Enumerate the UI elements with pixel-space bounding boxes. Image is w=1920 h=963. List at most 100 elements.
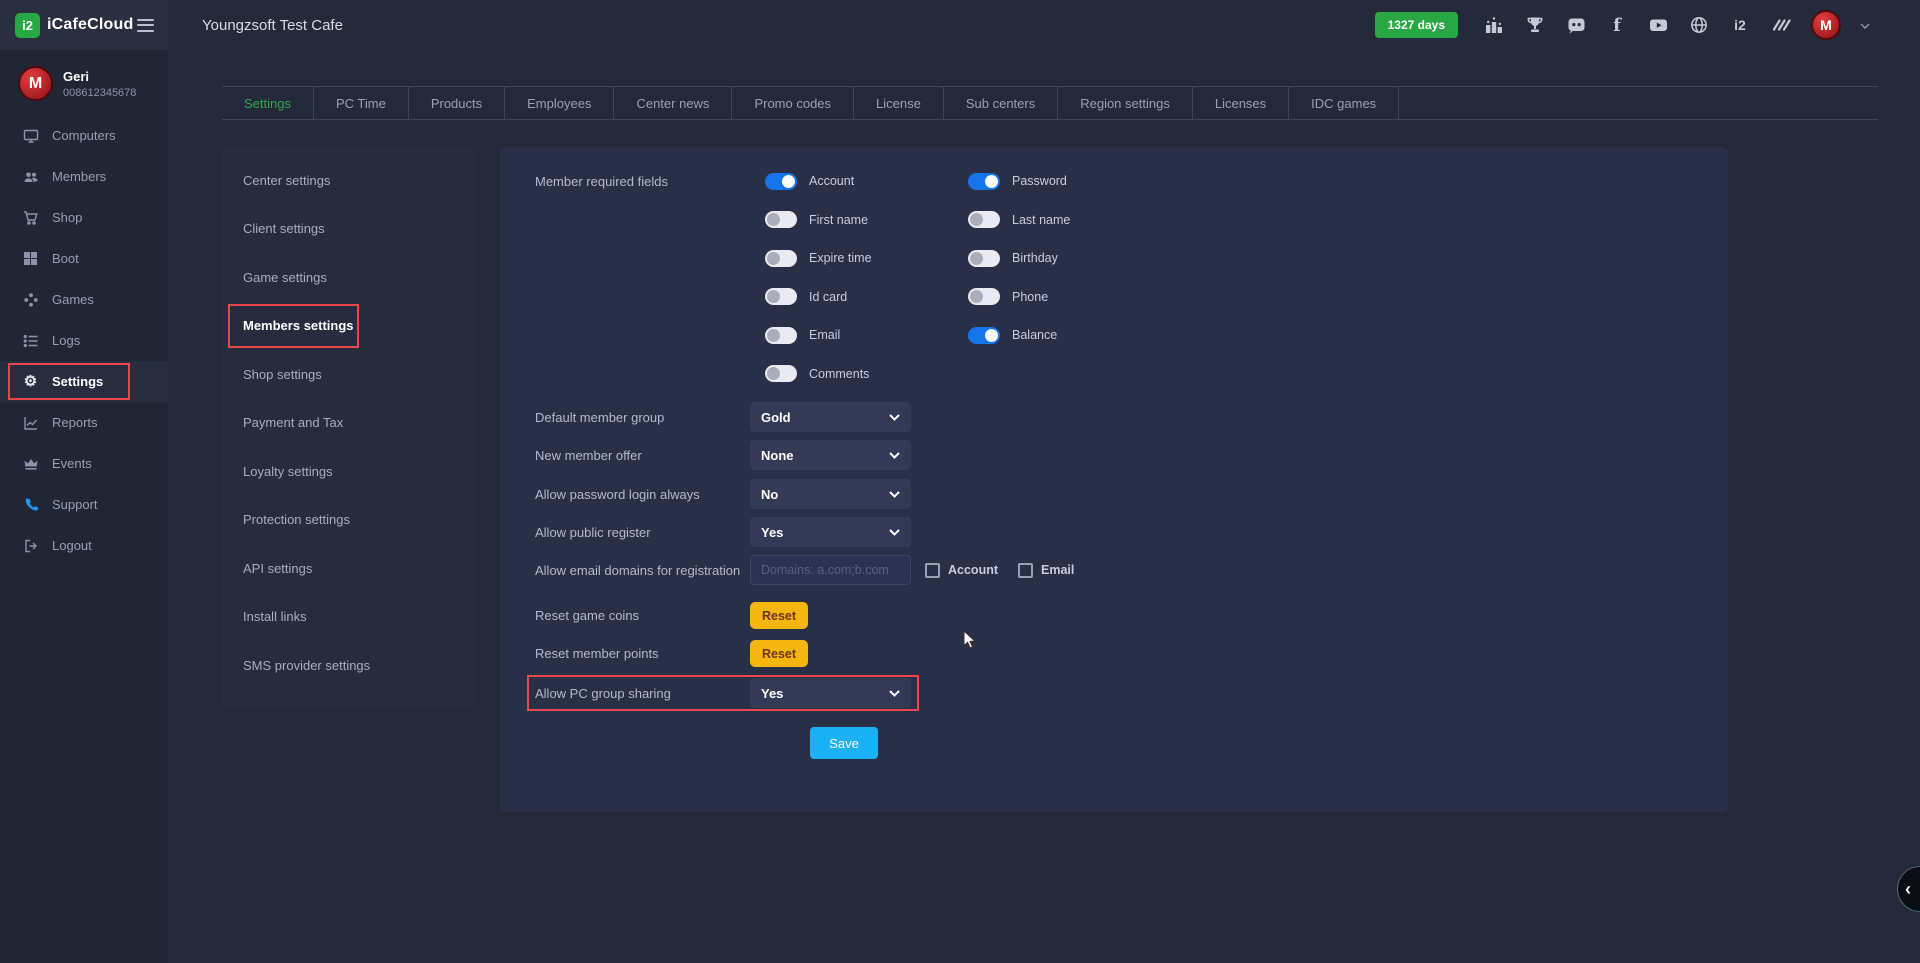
password-toggle[interactable] [968, 173, 1000, 190]
settings-nav-shop-settings[interactable]: Shop settings [222, 350, 475, 399]
tab-center-news[interactable]: Center news [614, 87, 732, 119]
settings-nav-loyalty-settings[interactable]: Loyalty settings [222, 447, 475, 496]
topbar-right: 1327 days f [1375, 10, 1920, 40]
tab-licenses[interactable]: Licenses [1193, 87, 1289, 119]
sidebar-item-games[interactable]: Games [0, 279, 168, 320]
sidebar-item-reports[interactable]: Reports [0, 402, 168, 443]
tab-settings[interactable]: Settings [222, 87, 314, 119]
sidebar-item-settings[interactable]: ⚙ Settings [0, 361, 168, 402]
monitor-icon [22, 127, 39, 144]
trophy-icon[interactable] [1524, 14, 1546, 36]
select-value: None [761, 448, 794, 463]
sidebar-item-computers[interactable]: Computers [0, 115, 168, 156]
user-phone: 008612345678 [63, 87, 136, 99]
select-value: Yes [761, 686, 783, 701]
layers-icon[interactable] [1770, 14, 1792, 36]
email-checkbox[interactable] [1018, 563, 1033, 578]
tab-sub-centers[interactable]: Sub centers [944, 87, 1058, 119]
toggle-label: Balance [1012, 328, 1057, 342]
facebook-icon[interactable]: f [1606, 14, 1628, 36]
sidebar-item-boot[interactable]: Boot [0, 238, 168, 279]
gamepad-icon [22, 291, 39, 308]
ranking-icon[interactable] [1483, 14, 1505, 36]
tab-pc-time[interactable]: PC Time [314, 87, 409, 119]
sidebar-item-logs[interactable]: Logs [0, 320, 168, 361]
save-button[interactable]: Save [810, 727, 878, 759]
default-member-group-select[interactable]: Gold [750, 402, 911, 432]
user-avatar[interactable]: M [18, 66, 53, 101]
comments-toggle[interactable] [765, 365, 797, 382]
phone-toggle[interactable] [968, 288, 1000, 305]
pc-group-sharing-select[interactable]: Yes [750, 678, 911, 708]
settings-nav-payment-and-tax[interactable]: Payment and Tax [222, 399, 475, 448]
sidebar-item-events[interactable]: Events [0, 443, 168, 484]
tab-employees[interactable]: Employees [505, 87, 614, 119]
reset-member-points-button[interactable]: Reset [750, 640, 808, 667]
settings-nav-protection-settings[interactable]: Protection settings [222, 496, 475, 545]
field-label: New member offer [535, 448, 750, 463]
settings-nav-api-settings[interactable]: API settings [222, 544, 475, 593]
toggle-row-account: Account [765, 162, 872, 201]
settings-nav-install-links[interactable]: Install links [222, 593, 475, 642]
settings-nav-center-settings[interactable]: Center settings [222, 156, 475, 205]
email-domains-input[interactable] [750, 555, 911, 585]
avatar[interactable]: M [1811, 10, 1841, 40]
globe-icon[interactable] [1688, 14, 1710, 36]
allow-public-register-select[interactable]: Yes [750, 517, 911, 547]
sidebar-item-shop[interactable]: Shop [0, 197, 168, 238]
tab-idc-games[interactable]: IDC games [1289, 87, 1399, 119]
toggle-row-email: Email [765, 316, 872, 355]
topbar: i2 iCafeCloud Youngzsoft Test Cafe 1327 … [0, 0, 1920, 50]
license-days-badge[interactable]: 1327 days [1375, 12, 1458, 38]
email-toggle[interactable] [765, 327, 797, 344]
sidebar-item-label: Games [52, 292, 94, 307]
discord-icon[interactable] [1565, 14, 1587, 36]
sidebar-item-logout[interactable]: Logout [0, 525, 168, 566]
toggle-label: Email [809, 328, 840, 342]
row-allow-public-register: Allow public register Yes [535, 517, 911, 547]
page-title: Youngzsoft Test Cafe [202, 17, 343, 34]
row-pc-group-sharing: Allow PC group sharing Yes [535, 678, 911, 708]
toggle-label: Password [1012, 174, 1067, 188]
settings-nav-panel: Center settings Client settings Game set… [222, 147, 475, 707]
row-reset-game-coins: Reset game coins Reset [535, 602, 808, 629]
field-label: Allow email domains for registration [535, 563, 750, 578]
tab-products[interactable]: Products [409, 87, 505, 119]
expire-time-toggle[interactable] [765, 250, 797, 267]
tab-promo-codes[interactable]: Promo codes [732, 87, 854, 119]
first-name-toggle[interactable] [765, 211, 797, 228]
icafecloud-logo-icon: i2 [15, 13, 40, 38]
tab-region-settings[interactable]: Region settings [1058, 87, 1193, 119]
field-label: Allow password login always [535, 487, 750, 502]
account-toggle[interactable] [765, 173, 797, 190]
hamburger-menu-icon[interactable] [137, 19, 154, 32]
balance-toggle[interactable] [968, 327, 1000, 344]
icafecloud-badge-icon[interactable]: i2 [1729, 14, 1751, 36]
id-card-toggle[interactable] [765, 288, 797, 305]
settings-nav-game-settings[interactable]: Game settings [222, 253, 475, 302]
reset-game-coins-button[interactable]: Reset [750, 602, 808, 629]
toggle-row-expire-time: Expire time [765, 239, 872, 278]
crown-icon [22, 455, 39, 472]
tab-bar: Settings PC Time Products Employees Cent… [222, 86, 1878, 120]
logo-zone: i2 iCafeCloud [0, 0, 168, 50]
toggle-label: Expire time [809, 251, 872, 265]
logo-text: iCafeCloud [47, 16, 133, 34]
chevron-down-icon[interactable] [1860, 16, 1870, 34]
toggle-column-1: Account First name Expire time Id card E… [765, 162, 872, 393]
settings-nav-members-settings[interactable]: Members settings [222, 302, 475, 351]
allow-password-login-select[interactable]: No [750, 479, 911, 509]
account-checkbox[interactable] [925, 563, 940, 578]
new-member-offer-select[interactable]: None [750, 440, 911, 470]
birthday-toggle[interactable] [968, 250, 1000, 267]
settings-nav-client-settings[interactable]: Client settings [222, 205, 475, 254]
sidebar-item-label: Logs [52, 333, 80, 348]
settings-nav-sms-provider-settings[interactable]: SMS provider settings [222, 641, 475, 690]
sidebar-item-members[interactable]: Members [0, 156, 168, 197]
people-icon [22, 168, 39, 185]
field-label: Allow PC group sharing [535, 686, 750, 701]
tab-license[interactable]: License [854, 87, 944, 119]
sidebar-item-support[interactable]: Support [0, 484, 168, 525]
youtube-icon[interactable] [1647, 14, 1669, 36]
last-name-toggle[interactable] [968, 211, 1000, 228]
